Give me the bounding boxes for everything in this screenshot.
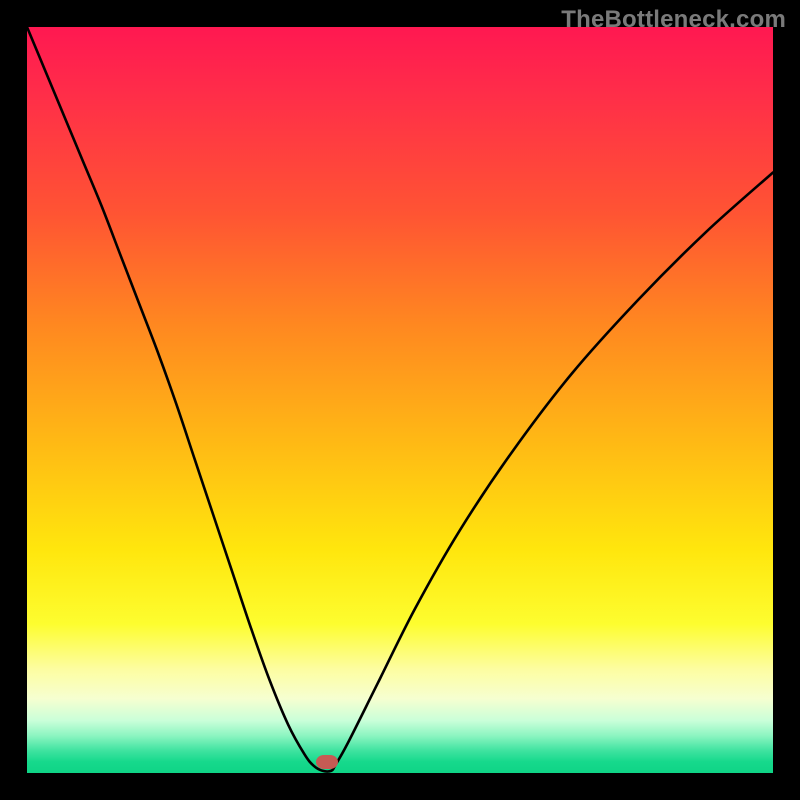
outer-frame: TheBottleneck.com [0, 0, 800, 800]
min-marker [316, 755, 338, 769]
plot-area [27, 27, 773, 773]
bottleneck-curve [27, 27, 773, 771]
curve-svg [27, 27, 773, 773]
